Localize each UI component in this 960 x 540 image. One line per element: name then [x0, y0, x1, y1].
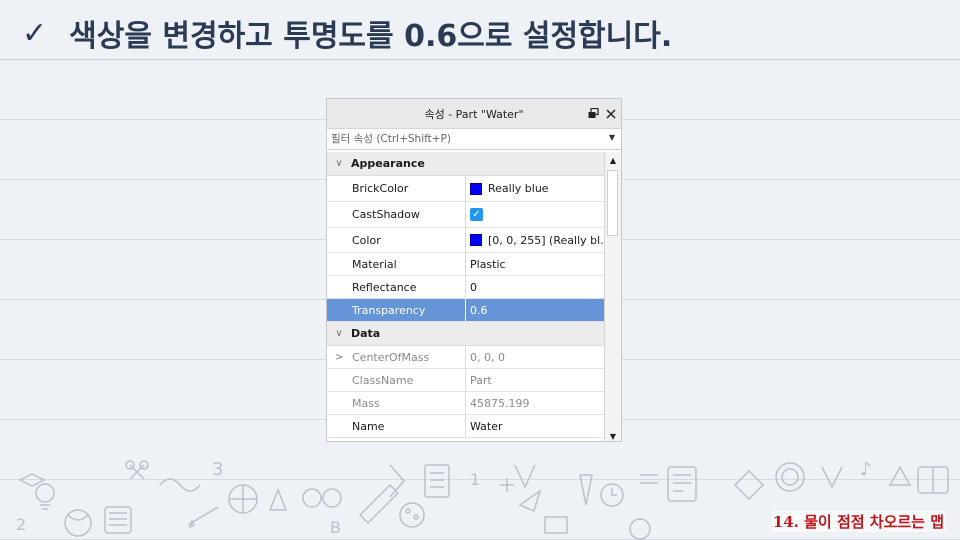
collapse-chevron-icon[interactable]: ∨ — [327, 328, 351, 339]
properties-panel: 속성 - Part "Water" ▼ ∨ Appearance BrickCo… — [326, 98, 622, 442]
category-label: Data — [351, 327, 381, 340]
property-value-text: Really blue — [488, 182, 549, 195]
panel-header: 속성 - Part "Water" — [327, 99, 621, 129]
property-value-classname: Part — [470, 373, 492, 387]
property-value-reflectance[interactable]: 0 — [466, 276, 604, 298]
vertical-scrollbar[interactable]: ▲ ▼ — [604, 152, 621, 441]
scroll-up-arrow-icon[interactable]: ▲ — [606, 153, 620, 167]
property-name: Reflectance — [327, 276, 466, 298]
property-value-transparency[interactable]: 0.6 — [466, 299, 604, 321]
property-name: BrickColor — [327, 176, 466, 201]
scroll-down-arrow-icon[interactable]: ▼ — [606, 429, 620, 441]
property-row-mass[interactable]: Mass 45875.199 — [327, 392, 604, 415]
close-icon[interactable] — [605, 108, 617, 120]
collapse-chevron-icon[interactable]: ∨ — [327, 158, 351, 169]
property-name: > CenterOfMass — [327, 346, 466, 368]
svg-text:3: 3 — [212, 459, 223, 480]
property-value-castshadow[interactable]: ✓ — [466, 202, 604, 227]
property-row-reflectance[interactable]: Reflectance 0 — [327, 276, 604, 299]
footer-map-title: 14. 물이 점점 차오르는 맵 — [770, 511, 946, 532]
svg-text:♪: ♪ — [860, 459, 872, 480]
property-row-material[interactable]: Material Plastic — [327, 253, 604, 276]
slide-title-text: 색상을 변경하고 투명도를 0.6으로 설정합니다. — [69, 19, 673, 54]
property-name: ClassName — [327, 369, 466, 391]
scroll-thumb[interactable] — [607, 170, 618, 236]
property-value-color[interactable]: [0, 0, 255] (Really bl... — [466, 228, 604, 252]
property-value-centerofmass: 0, 0, 0 — [470, 350, 505, 364]
property-value-name[interactable]: Water — [466, 415, 604, 437]
filter-properties-input[interactable] — [331, 133, 591, 145]
property-row-color[interactable]: Color [0, 0, 255] (Really bl... — [327, 228, 604, 253]
property-value-mass: 45875.199 — [470, 396, 530, 410]
property-grid-area: ∨ Appearance BrickColor Really blue Cast… — [327, 152, 621, 441]
property-name: CastShadow — [327, 202, 466, 227]
property-grid: ∨ Appearance BrickColor Really blue Cast… — [327, 152, 604, 438]
castshadow-checkbox[interactable]: ✓ — [470, 208, 483, 221]
property-row-transparency[interactable]: Transparency 0.6 — [327, 299, 604, 322]
color-swatch — [470, 234, 482, 246]
svg-text:B: B — [330, 518, 341, 537]
title-divider — [0, 59, 960, 60]
category-label: Appearance — [351, 157, 425, 170]
property-row-centerofmass[interactable]: > CenterOfMass 0, 0, 0 — [327, 346, 604, 369]
property-value-brickcolor[interactable]: Really blue — [466, 176, 604, 201]
color-swatch — [470, 182, 482, 195]
filter-dropdown-caret-icon[interactable]: ▼ — [609, 133, 615, 142]
undock-icon[interactable] — [587, 108, 599, 120]
property-row-castshadow[interactable]: CastShadow ✓ — [327, 202, 604, 228]
panel-title: 속성 - Part "Water" — [424, 107, 524, 121]
expand-chevron-icon[interactable]: > — [335, 352, 343, 363]
svg-text:2: 2 — [16, 515, 26, 534]
property-name-text: CenterOfMass — [352, 350, 430, 364]
property-row-brickcolor[interactable]: BrickColor Really blue — [327, 176, 604, 202]
slide-title: ✓ 색상을 변경하고 투명도를 0.6으로 설정합니다. — [22, 8, 672, 58]
property-row-classname[interactable]: ClassName Part — [327, 369, 604, 392]
property-name: Transparency — [327, 299, 466, 321]
property-name: Color — [327, 228, 466, 252]
property-value-material[interactable]: Plastic — [466, 253, 604, 275]
checkmark-icon: ✓ — [22, 15, 48, 51]
property-value-text: [0, 0, 255] (Really bl... — [488, 233, 604, 247]
panel-header-buttons — [587, 99, 617, 128]
property-name: Mass — [327, 392, 466, 414]
property-row-name[interactable]: Name Water — [327, 415, 604, 438]
property-name: Material — [327, 253, 466, 275]
svg-text:1: 1 — [470, 470, 480, 489]
category-appearance[interactable]: ∨ Appearance — [327, 152, 604, 176]
filter-properties-bar: ▼ — [327, 129, 621, 150]
category-data[interactable]: ∨ Data — [327, 322, 604, 346]
property-name: Name — [327, 415, 466, 437]
